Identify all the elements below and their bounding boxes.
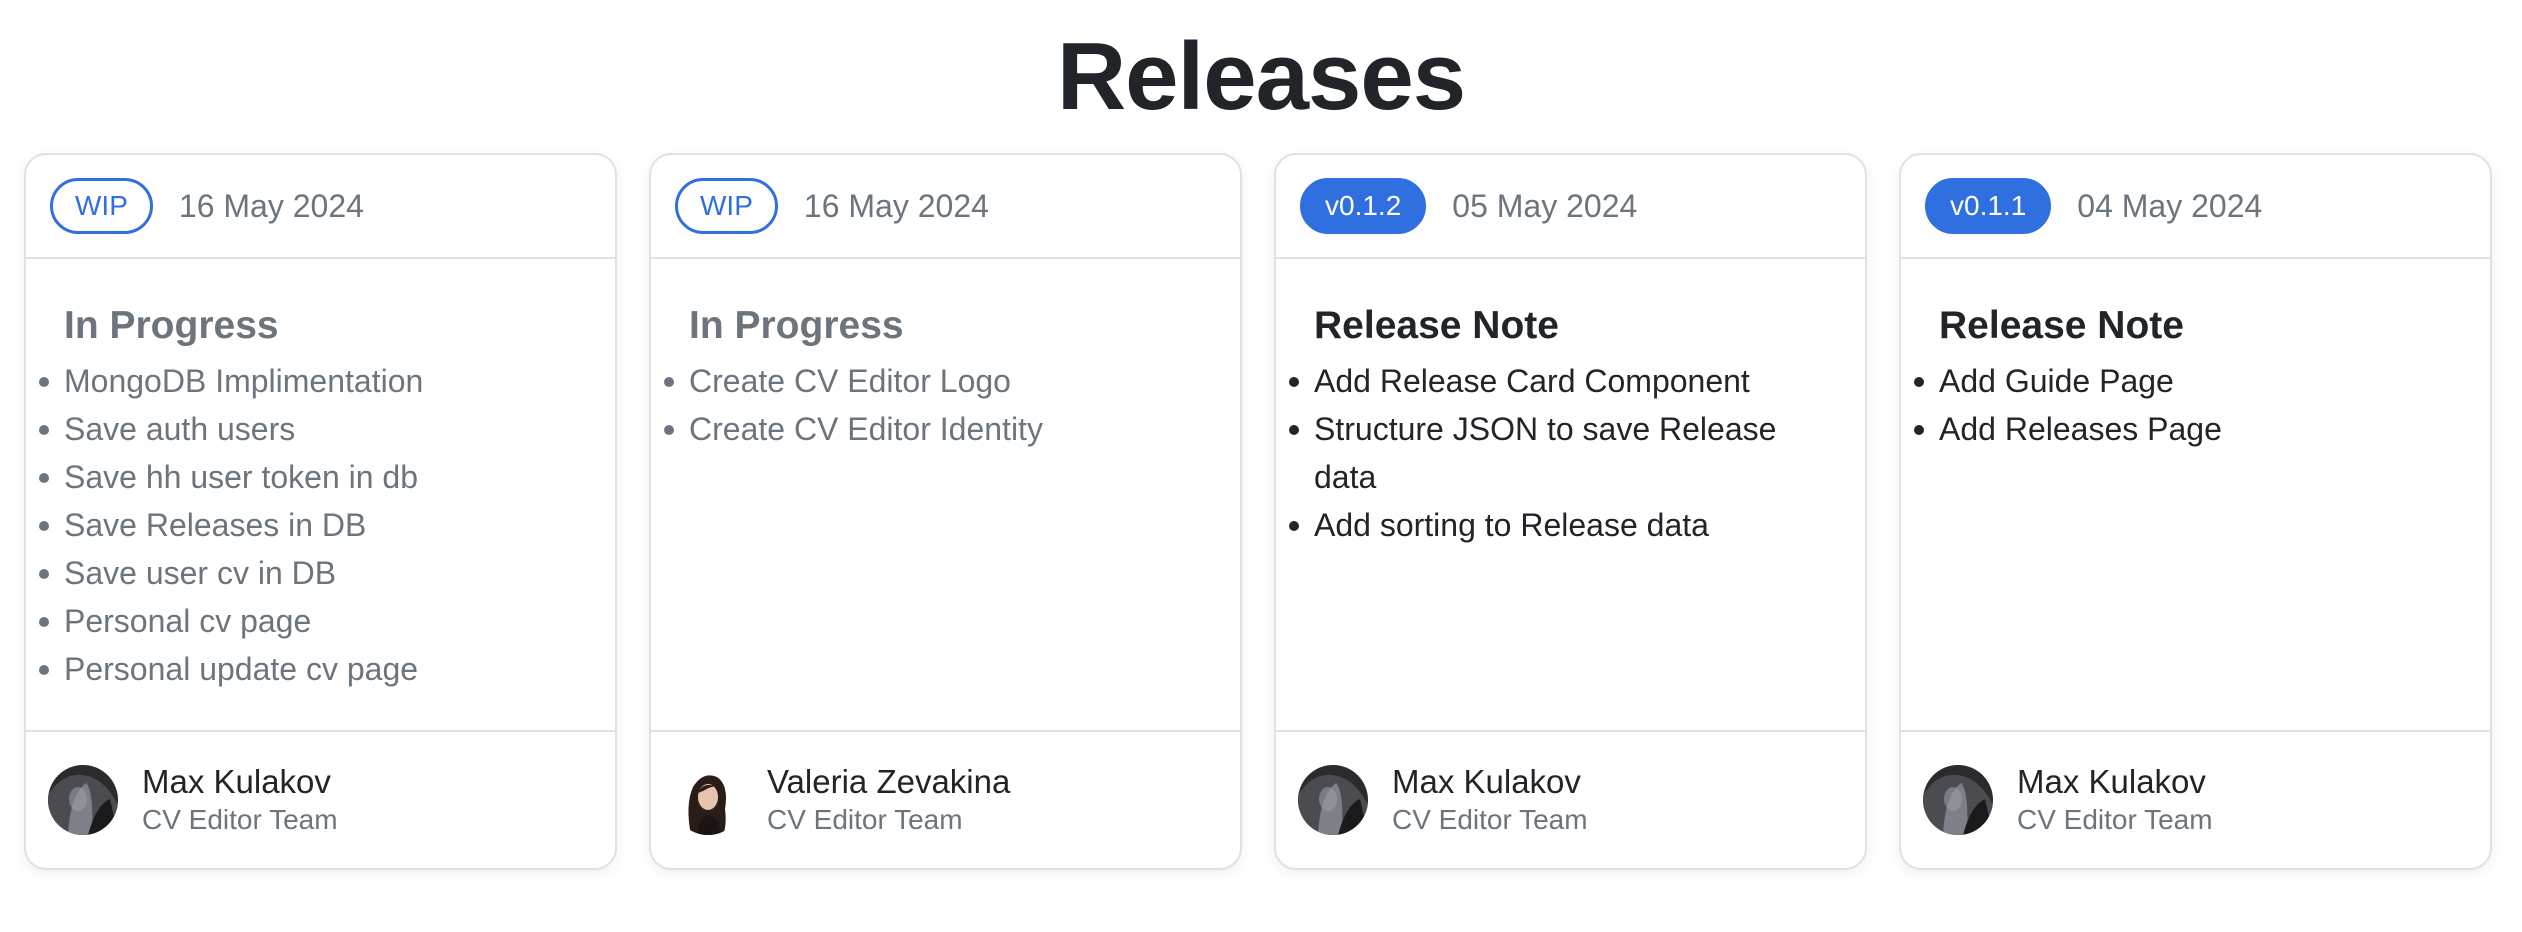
list-item: Personal cv page: [39, 597, 591, 645]
section-title: Release Note: [1939, 304, 2184, 347]
avatar[interactable]: [1298, 765, 1368, 835]
version-badge[interactable]: WIP: [50, 178, 153, 234]
card-footer: Max Kulakov CV Editor Team: [26, 732, 615, 868]
author-name: Max Kulakov: [142, 763, 331, 800]
card-header: v0.1.2 05 May 2024: [1276, 155, 1865, 259]
author: Max Kulakov CV Editor Team: [142, 762, 338, 838]
avatar-dark-photo-icon: [48, 765, 118, 835]
list-item: Save Releases in DB: [39, 501, 591, 549]
card-header: WIP 16 May 2024: [26, 155, 615, 259]
author-team: CV Editor Team: [767, 804, 963, 835]
list-item: Create CV Editor Identity: [664, 405, 1216, 453]
avatar-dark-photo-icon: [1923, 765, 1993, 835]
list-item: Save auth users: [39, 405, 591, 453]
version-badge[interactable]: v0.1.2: [1300, 178, 1427, 234]
release-card: WIP 16 May 2024 In Progress Create CV Ed…: [649, 153, 1242, 870]
author-name: Valeria Zevakina: [767, 763, 1011, 800]
author-team: CV Editor Team: [2017, 804, 2213, 835]
version-badge[interactable]: v0.1.1: [1925, 178, 2052, 234]
release-date: 04 May 2024: [2077, 187, 2263, 224]
release-card: WIP 16 May 2024 In Progress MongoDB Impl…: [24, 153, 617, 870]
note-list: Create CV Editor Logo Create CV Editor I…: [664, 357, 1216, 453]
author-name: Max Kulakov: [1392, 763, 1581, 800]
card-footer: Valeria Zevakina CV Editor Team: [651, 732, 1240, 868]
card-body: In Progress Create CV Editor Logo Create…: [651, 259, 1240, 732]
list-item: Save hh user token in db: [39, 453, 591, 501]
card-footer: Max Kulakov CV Editor Team: [1276, 732, 1865, 868]
card-footer: Max Kulakov CV Editor Team: [1901, 732, 2490, 868]
release-cards: WIP 16 May 2024 In Progress MongoDB Impl…: [24, 153, 2492, 870]
avatar-dark-photo-icon: [1298, 765, 1368, 835]
release-date: 16 May 2024: [178, 187, 364, 224]
release-card: v0.1.2 05 May 2024 Release Note Add Rele…: [1274, 153, 1867, 870]
release-date: 05 May 2024: [1452, 187, 1638, 224]
list-item: Add Release Card Component: [1289, 357, 1841, 405]
section-title: In Progress: [64, 304, 279, 347]
author-name: Max Kulakov: [2017, 763, 2206, 800]
card-header: v0.1.1 04 May 2024: [1901, 155, 2490, 259]
author-team: CV Editor Team: [142, 804, 338, 835]
list-item: Add Releases Page: [1914, 405, 2466, 453]
card-header: WIP 16 May 2024: [651, 155, 1240, 259]
author: Max Kulakov CV Editor Team: [1392, 762, 1588, 838]
note-list: Add Guide Page Add Releases Page: [1914, 357, 2466, 453]
avatar[interactable]: [1923, 765, 1993, 835]
card-body: Release Note Add Guide Page Add Releases…: [1901, 259, 2490, 732]
page-title: Releases: [1056, 23, 1466, 130]
list-item: Structure JSON to save Release data: [1289, 405, 1841, 501]
section-title: Release Note: [1314, 304, 1559, 347]
note-list: MongoDB Implimentation Save auth users S…: [39, 357, 591, 693]
avatar[interactable]: [673, 765, 743, 835]
list-item: Save user cv in DB: [39, 549, 591, 597]
card-body: Release Note Add Release Card Component …: [1276, 259, 1865, 732]
list-item: Create CV Editor Logo: [664, 357, 1216, 405]
list-item: MongoDB Implimentation: [39, 357, 591, 405]
avatar[interactable]: [48, 765, 118, 835]
author: Max Kulakov CV Editor Team: [2017, 762, 2213, 838]
author-team: CV Editor Team: [1392, 804, 1588, 835]
release-date: 16 May 2024: [803, 187, 989, 224]
version-badge[interactable]: WIP: [675, 178, 778, 234]
section-title: In Progress: [689, 304, 904, 347]
list-item: Personal update cv page: [39, 645, 591, 693]
list-item: Add sorting to Release data: [1289, 501, 1841, 549]
author: Valeria Zevakina CV Editor Team: [767, 762, 1010, 838]
avatar-woman-photo-icon: [673, 765, 743, 835]
note-list: Add Release Card Component Structure JSO…: [1289, 357, 1841, 549]
release-card: v0.1.1 04 May 2024 Release Note Add Guid…: [1899, 153, 2492, 870]
card-body: In Progress MongoDB Implimentation Save …: [26, 259, 615, 732]
list-item: Add Guide Page: [1914, 357, 2466, 405]
